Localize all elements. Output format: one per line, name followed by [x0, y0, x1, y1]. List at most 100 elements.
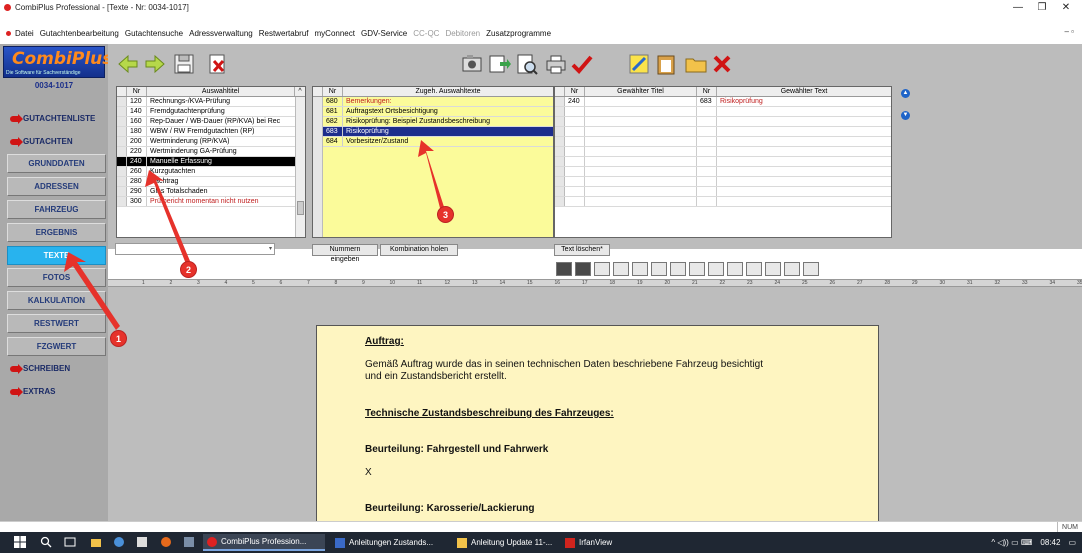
task-anleitung-update[interactable]: Anleitung Update 11-... — [453, 534, 555, 551]
title-list-scrollbar[interactable] — [295, 97, 305, 237]
list-item[interactable] — [555, 127, 891, 137]
forward-arrow-icon[interactable] — [143, 52, 167, 76]
task-view-icon[interactable] — [64, 536, 76, 548]
nav-kalkulation[interactable]: KALKULATION — [7, 291, 106, 310]
folder-icon[interactable] — [684, 52, 708, 76]
nav-fahrzeug[interactable]: FAHRZEUG — [7, 200, 106, 219]
list-item[interactable]: 684 Vorbesitzer/Zustand — [323, 137, 553, 147]
clock[interactable]: 08:42 — [1040, 538, 1060, 547]
border-icon[interactable] — [765, 262, 781, 276]
camera-icon[interactable] — [460, 52, 484, 76]
nav-ergebnis[interactable]: ERGEBNIS — [7, 223, 106, 242]
app-pinned-icon-2[interactable] — [136, 536, 148, 548]
list-item[interactable]: 120 Rechnungs-/KVA-Prüfung — [117, 97, 305, 107]
list-item[interactable] — [555, 177, 891, 187]
nav-schreiben[interactable]: SCHREIBEN — [7, 359, 106, 378]
app-pinned-icon-1[interactable] — [113, 536, 125, 548]
list-icon[interactable] — [708, 262, 724, 276]
menu-adressverwaltung[interactable]: Adressverwaltung — [189, 29, 253, 38]
close-window-button[interactable]: ✕ — [1054, 0, 1078, 15]
chosen-list[interactable]: Nr Gewählter Titel Nr Gewählter Text 240… — [554, 86, 892, 238]
nav-extras[interactable]: EXTRAS — [7, 382, 106, 401]
enter-numbers-button[interactable]: Nummern eingeben — [312, 244, 378, 263]
minimize-button[interactable]: — — [1006, 0, 1030, 15]
task-irfanview[interactable]: IrfanView — [561, 534, 641, 551]
get-combination-button[interactable]: Kombination holen — [380, 244, 458, 256]
nav-grunddaten[interactable]: GRUNDDATEN — [7, 154, 106, 173]
file-explorer-icon[interactable] — [90, 536, 102, 548]
app-pinned-icon-3[interactable] — [183, 536, 195, 548]
list-item[interactable] — [555, 147, 891, 157]
list-item[interactable]: 680 Bemerkungen: — [323, 97, 553, 107]
list-item[interactable]: 160 Rep-Dauer / WB-Dauer (RP/KVA) bei Rec — [117, 117, 305, 127]
list-item[interactable] — [555, 197, 891, 207]
firefox-icon[interactable] — [160, 536, 172, 548]
chart-icon[interactable] — [670, 262, 686, 276]
menu-restwertabruf[interactable]: Restwertabruf — [259, 29, 309, 38]
move-up-button[interactable]: ▲ — [901, 89, 910, 98]
notes-icon[interactable] — [627, 52, 651, 76]
list-item[interactable] — [555, 107, 891, 117]
list-item[interactable]: 200 Wertminderung (RP/KVA) — [117, 137, 305, 147]
align-icon[interactable] — [689, 262, 705, 276]
move-down-button[interactable]: ▼ — [901, 111, 910, 120]
nav-gutachten[interactable]: GUTACHTEN — [7, 132, 106, 151]
task-anleitungen[interactable]: Anleitungen Zustands... — [331, 534, 447, 551]
list-item-selected[interactable]: 683 Risikoprüfung — [323, 127, 553, 137]
menu-gutachtensuche[interactable]: Gutachtensuche — [125, 29, 183, 38]
task-combiplus[interactable]: CombiPlus Profession... — [203, 534, 325, 551]
list-item[interactable] — [555, 117, 891, 127]
back-arrow-icon[interactable] — [116, 52, 140, 76]
transfer-icon[interactable] — [488, 52, 512, 76]
list-item[interactable] — [555, 137, 891, 147]
nav-restwert[interactable]: RESTWERT — [7, 314, 106, 333]
search-icon[interactable] — [40, 536, 52, 548]
nav-gutachtenliste[interactable]: GUTACHTENLISTE — [7, 109, 106, 128]
restore-button[interactable]: ❐ — [1030, 0, 1054, 15]
list-item[interactable]: 290 Glas Totalschaden — [117, 187, 305, 197]
nav-adressen[interactable]: ADRESSEN — [7, 177, 106, 196]
list-item[interactable]: 220 Wertminderung GA-Prüfung — [117, 147, 305, 157]
list-item[interactable] — [555, 157, 891, 167]
menu-gutachtenbearbeitung[interactable]: Gutachtenbearbeitung — [40, 29, 119, 38]
clipboard-icon[interactable] — [654, 52, 678, 76]
title-list[interactable]: Nr Auswahltitel ^ 120 Rechnungs-/KVA-Prüf… — [116, 86, 306, 238]
list-item[interactable]: 681 Auftragstext Ortsbesichtigung — [323, 107, 553, 117]
list-item[interactable]: 240 683 Risikoprüfung — [555, 97, 891, 107]
insert-icon[interactable] — [651, 262, 667, 276]
table-icon[interactable] — [632, 262, 648, 276]
list-item[interactable]: 260 Kurzgutachten — [117, 167, 305, 177]
checkmark-icon[interactable] — [570, 52, 594, 76]
list-item[interactable] — [555, 167, 891, 177]
tray-icons[interactable]: ^ ◁)) ▭ ⌨ — [991, 538, 1032, 547]
delete-text-button[interactable]: Text löschen* — [554, 244, 610, 256]
close-x-icon[interactable] — [710, 52, 734, 76]
font-icon[interactable] — [746, 262, 762, 276]
title-filter-combobox[interactable]: ▾ — [115, 243, 275, 255]
list-item[interactable]: 140 Fremdgutachtenprüfung — [117, 107, 305, 117]
notification-icon[interactable]: ▭ — [1068, 538, 1076, 547]
list-item-selected[interactable]: 240 Manuelle Erfassung — [117, 157, 305, 167]
scroll-thumb[interactable] — [297, 201, 304, 215]
tools-icon[interactable] — [594, 262, 610, 276]
menu-datei[interactable]: Datei — [15, 29, 34, 38]
mdi-window-controls[interactable]: – ▫ — [1064, 27, 1074, 36]
zoom-out-icon[interactable] — [803, 262, 819, 276]
preview-icon[interactable] — [515, 52, 539, 76]
save-icon[interactable] — [172, 52, 196, 76]
text-list[interactable]: Nr Zugeh. Auswahltexte 680 Bemerkungen: 6… — [312, 86, 554, 238]
menu-gdv-service[interactable]: GDV-Service — [361, 29, 407, 38]
text-format-icon[interactable] — [556, 262, 572, 276]
list-item[interactable]: 300 Prüfbericht momentan nicht nutzen — [117, 197, 305, 207]
menu-myconnect[interactable]: myConnect — [315, 29, 355, 38]
list-item[interactable]: 180 WBW / RW Fremdgutachten (RP) — [117, 127, 305, 137]
book-icon[interactable] — [613, 262, 629, 276]
chevron-up-icon[interactable]: ^ — [295, 87, 305, 96]
text-style-icon[interactable] — [575, 262, 591, 276]
windows-start-icon[interactable] — [14, 536, 26, 548]
delete-document-icon[interactable] — [206, 52, 230, 76]
menu-zusatzprogramme[interactable]: Zusatzprogramme — [486, 29, 551, 38]
chevron-down-icon[interactable]: ▾ — [269, 245, 272, 252]
list-item[interactable]: 682 Risikoprüfung: Beispiel Zustandsbesch… — [323, 117, 553, 127]
list-item[interactable]: 280 Nachtrag — [117, 177, 305, 187]
